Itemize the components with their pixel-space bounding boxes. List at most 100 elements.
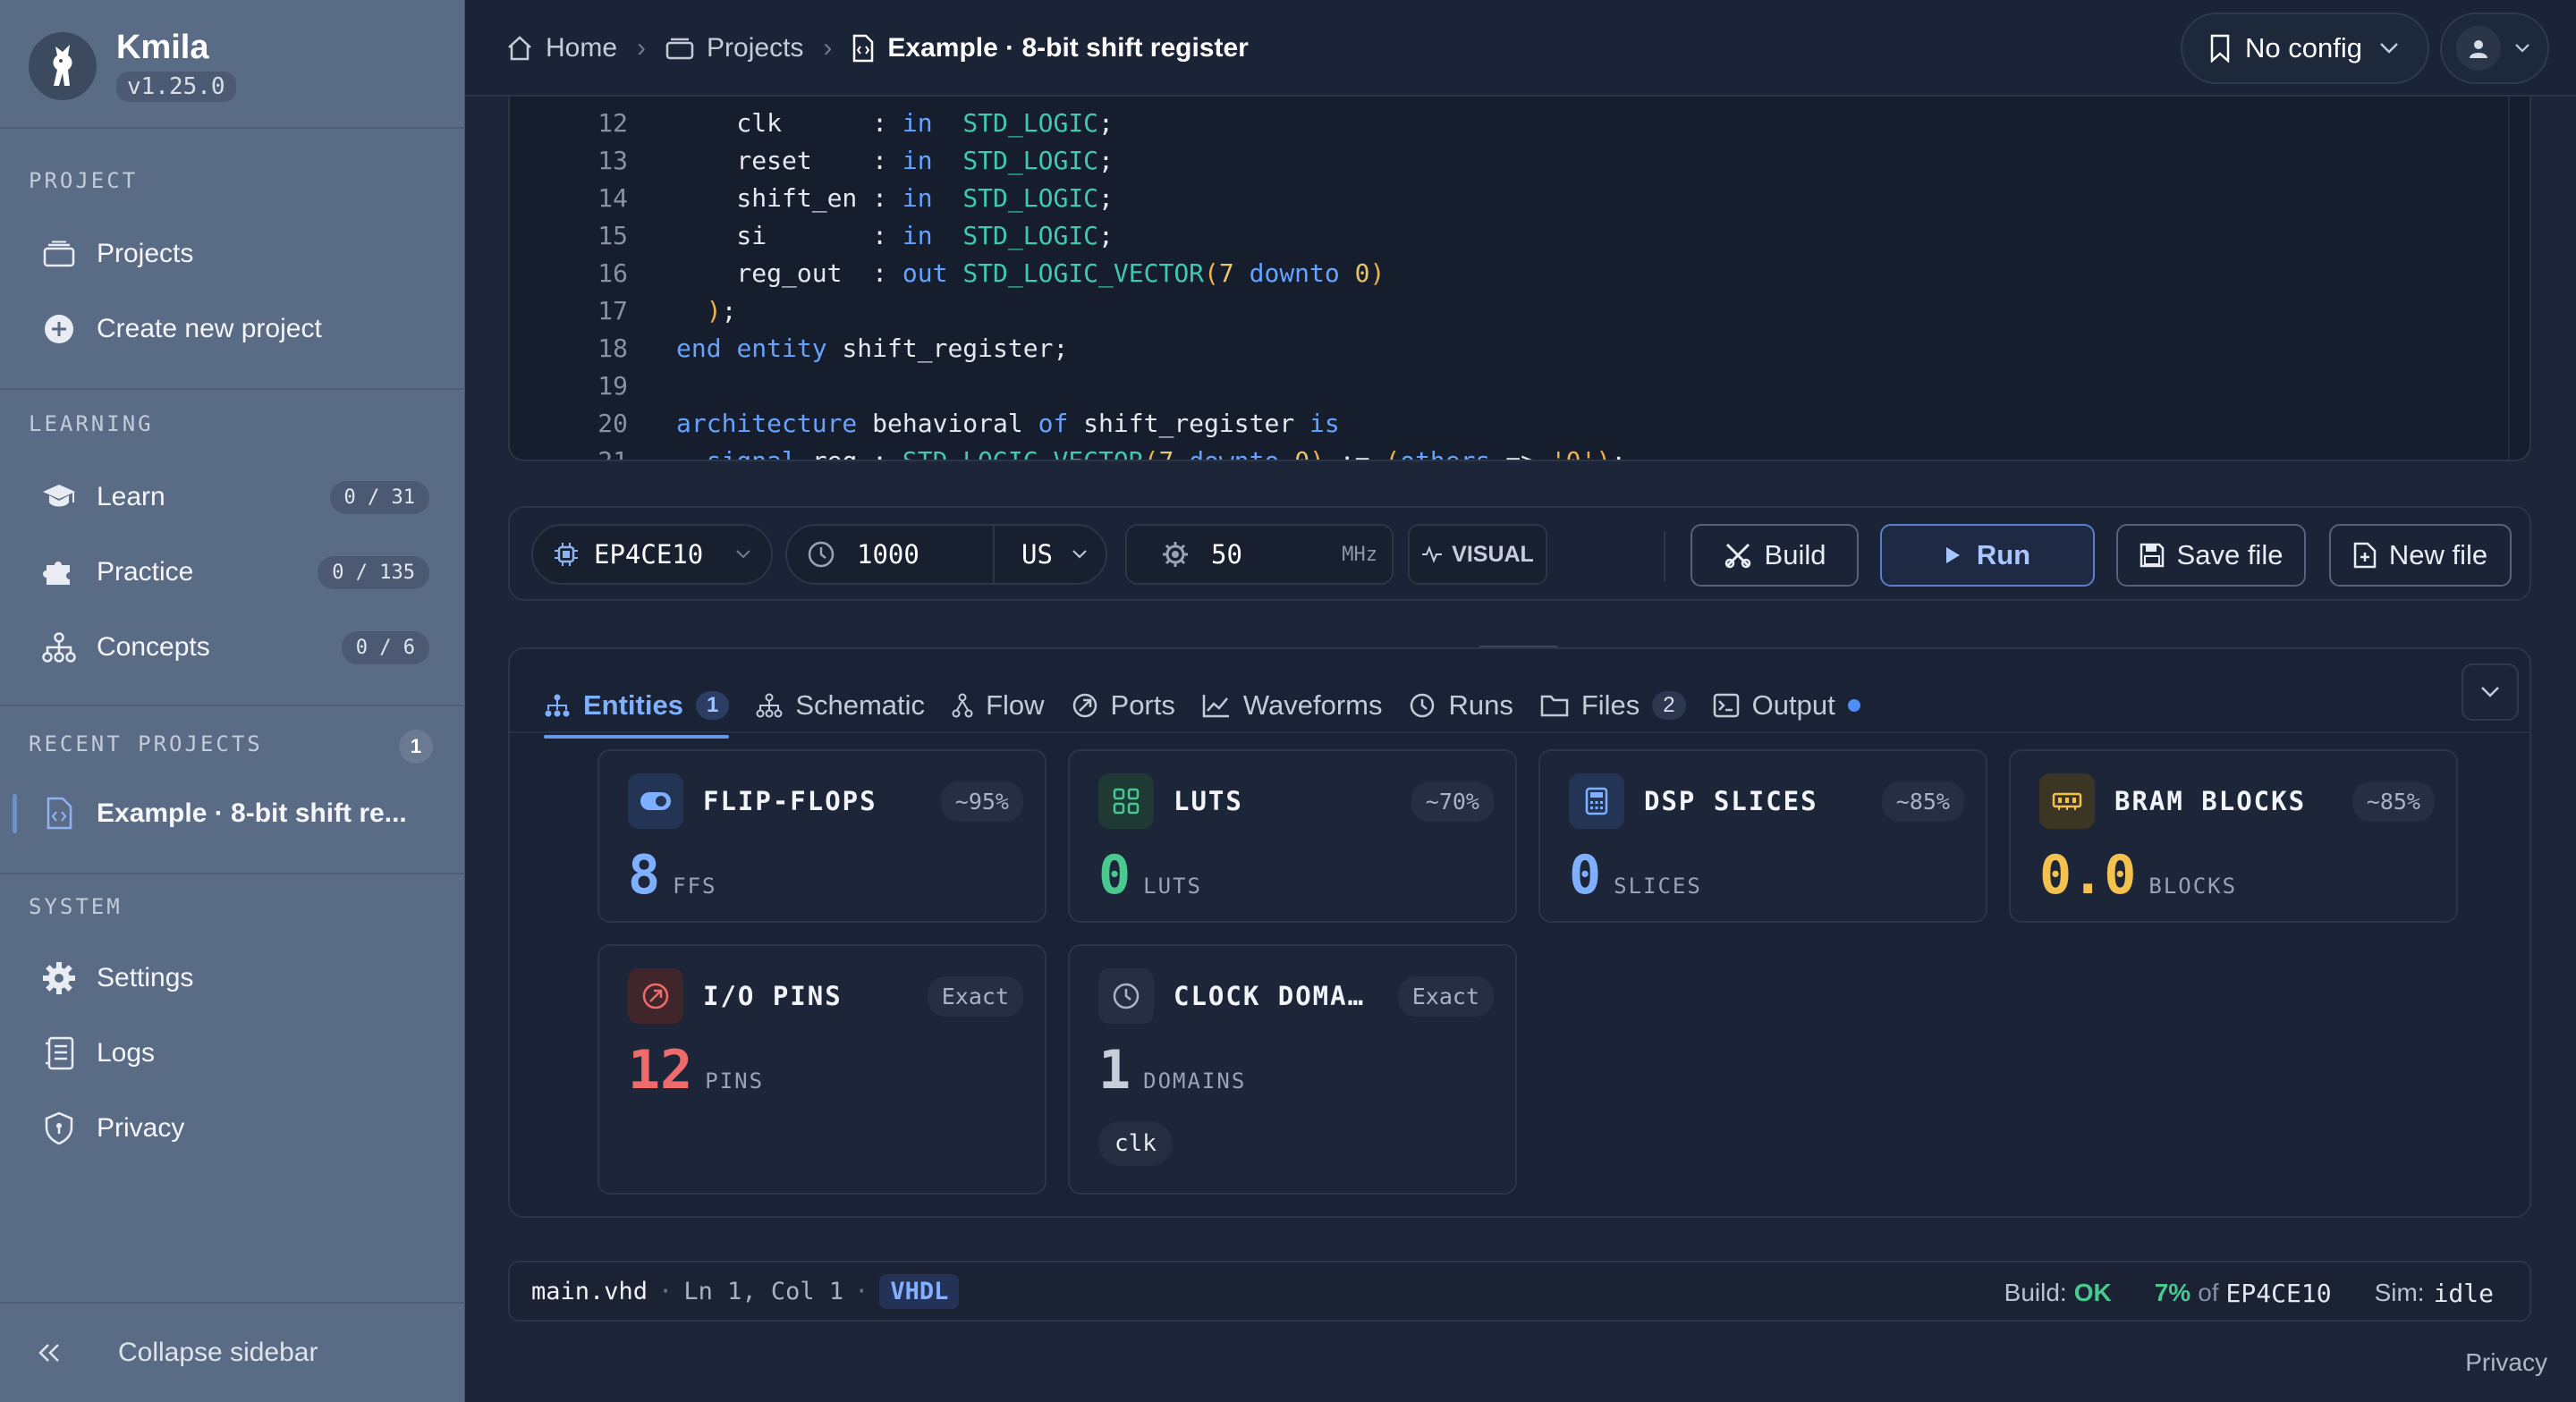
resource-value: 0.0: [2039, 844, 2137, 907]
code-token: shift_register;: [826, 333, 1069, 363]
editor-scrollbar[interactable]: [2508, 97, 2510, 460]
code-line[interactable]: 19: [510, 367, 676, 404]
code-editor[interactable]: 12 clk : in STD_LOGIC; 13 reset : in STD_…: [508, 97, 2531, 461]
tab-label: Entities: [583, 689, 683, 721]
code-line[interactable]: 21 signal reg : STD_LOGIC_VECTOR(7 downt…: [510, 442, 1626, 461]
save-file-button[interactable]: Save file: [2116, 524, 2306, 587]
code-token: STD_LOGIC: [962, 220, 1099, 250]
code-token: si :: [676, 220, 902, 250]
flow-icon: [952, 693, 973, 718]
app-version: v1.25.0: [116, 72, 236, 102]
play-icon: [1945, 546, 1961, 564]
chevron-down-icon: [2479, 685, 2501, 699]
code-line[interactable]: 12 clk : in STD_LOGIC;: [510, 104, 1114, 141]
resource-title: I/O PINS: [703, 981, 843, 1011]
sim-time-input[interactable]: 1000: [857, 539, 919, 570]
sidebar-item-settings[interactable]: Settings: [27, 950, 429, 1007]
sidebar-item-learn[interactable]: Learn 0 / 31: [27, 469, 429, 526]
hierarchy-icon: [544, 693, 571, 718]
sidebar-item-logs[interactable]: Logs: [27, 1025, 429, 1082]
folder-icon: [1540, 693, 1569, 718]
chip-icon: [553, 541, 580, 568]
code-token: '0': [1550, 445, 1597, 461]
device-selector[interactable]: EP4CE10: [531, 524, 773, 585]
tab-label: Flow: [986, 689, 1045, 721]
build-toolbar: EP4CE10 1000 US 50 MHz VISUAL Build Run …: [508, 506, 2531, 601]
resource-value: 0: [1098, 844, 1131, 907]
code-line[interactable]: 20 architecture behavioral of shift_regis…: [510, 404, 1339, 442]
tab-flow[interactable]: Flow: [952, 680, 1045, 731]
line-number: 16: [597, 258, 628, 288]
shield-icon: [41, 1111, 77, 1146]
sidebar-item-create-project[interactable]: Create new project: [27, 300, 429, 358]
sidebar-item-practice[interactable]: Practice 0 / 135: [27, 544, 429, 601]
resource-unit: LUTS: [1143, 874, 1202, 899]
tab-runs[interactable]: Runs: [1409, 680, 1513, 731]
code-line[interactable]: 16 reg_out : out STD_LOGIC_VECTOR(7 down…: [510, 254, 1385, 291]
resource-card-clock-domains: CLOCK DOMA… Exact 1 DOMAINS clk: [1068, 944, 1517, 1195]
code-token: downto: [1189, 445, 1280, 461]
status-bar: main.vhd · Ln 1, Col 1 · VHDL Build: OK …: [508, 1261, 2531, 1322]
collapse-sidebar-button[interactable]: Collapse sidebar: [0, 1302, 465, 1402]
status-filename: main.vhd: [531, 1277, 648, 1305]
status-cursor-position: Ln 1, Col 1: [683, 1277, 844, 1305]
chevron-down-icon: [1072, 549, 1088, 560]
tab-entities[interactable]: Entities 1: [544, 680, 730, 739]
code-token: behavioral: [857, 408, 1038, 438]
code-token: in: [902, 107, 933, 138]
new-file-button[interactable]: New file: [2329, 524, 2512, 587]
code-line[interactable]: 18 end entity shift_register;: [510, 329, 1068, 367]
resource-value: 1: [1098, 1039, 1131, 1102]
run-button[interactable]: Run: [1880, 524, 2095, 587]
resource-accuracy-badge: ~85%: [2351, 781, 2435, 822]
brand[interactable]: Kmila v1.25.0: [29, 25, 236, 107]
app-logo: [29, 32, 97, 100]
breadcrumb-projects[interactable]: Projects: [707, 33, 803, 63]
code-text: end entity shift_register;: [676, 334, 1068, 363]
footer-privacy-link[interactable]: Privacy: [2465, 1348, 2547, 1377]
tab-output[interactable]: Output: [1713, 680, 1860, 731]
frequency-input[interactable]: 50: [1211, 539, 1242, 570]
config-selector-button[interactable]: No config: [2181, 13, 2429, 84]
collapse-panel-button[interactable]: [2462, 663, 2519, 721]
tab-label: Output: [1751, 689, 1835, 721]
code-text: shift_en : in STD_LOGIC;: [676, 182, 1113, 213]
tab-ports[interactable]: Ports: [1072, 680, 1175, 731]
tab-label: Waveforms: [1242, 689, 1383, 721]
sidebar-item-projects[interactable]: Projects: [27, 225, 429, 283]
frequency-unit: MHz: [1342, 543, 1377, 566]
file-code-icon: [41, 796, 77, 832]
language-badge[interactable]: VHDL: [879, 1273, 960, 1309]
tab-waveforms[interactable]: Waveforms: [1202, 680, 1383, 731]
tab-schematic[interactable]: Schematic: [756, 680, 925, 731]
code-line[interactable]: 13 reset : in STD_LOGIC;: [510, 141, 1114, 179]
build-button[interactable]: Build: [1690, 524, 1859, 587]
build-status-label: Build:: [2004, 1279, 2067, 1306]
graduation-cap-icon: [41, 479, 77, 515]
floppy-icon: [2140, 543, 2165, 568]
progress-count: 0 / 135: [318, 555, 429, 589]
divider: [0, 388, 465, 390]
sidebar-item-recent-project[interactable]: Example · 8-bit shift re...: [27, 785, 429, 842]
device-value: EP4CE10: [594, 539, 704, 570]
user-menu-button[interactable]: [2440, 13, 2549, 84]
sidebar-item-concepts[interactable]: Concepts 0 / 6: [27, 619, 429, 676]
tab-files[interactable]: Files 2: [1540, 680, 1686, 731]
sim-unit-select[interactable]: US: [1021, 539, 1053, 570]
breadcrumb-home[interactable]: Home: [546, 33, 617, 63]
visual-toggle[interactable]: VISUAL: [1408, 524, 1547, 585]
code-line[interactable]: 14 shift_en : in STD_LOGIC;: [510, 179, 1114, 216]
code-token: shift_en :: [676, 182, 902, 213]
code-line[interactable]: 15 si : in STD_LOGIC;: [510, 216, 1114, 254]
sidebar-item-privacy[interactable]: Privacy: [27, 1100, 429, 1157]
plus-circle-icon: [41, 311, 77, 347]
code-line[interactable]: 17 );: [510, 291, 736, 329]
recent-count-badge: 1: [399, 730, 433, 764]
app-name: Kmila: [116, 29, 209, 66]
code-token: ;: [1098, 220, 1114, 250]
collapse-sidebar-label: Collapse sidebar: [118, 1338, 318, 1367]
